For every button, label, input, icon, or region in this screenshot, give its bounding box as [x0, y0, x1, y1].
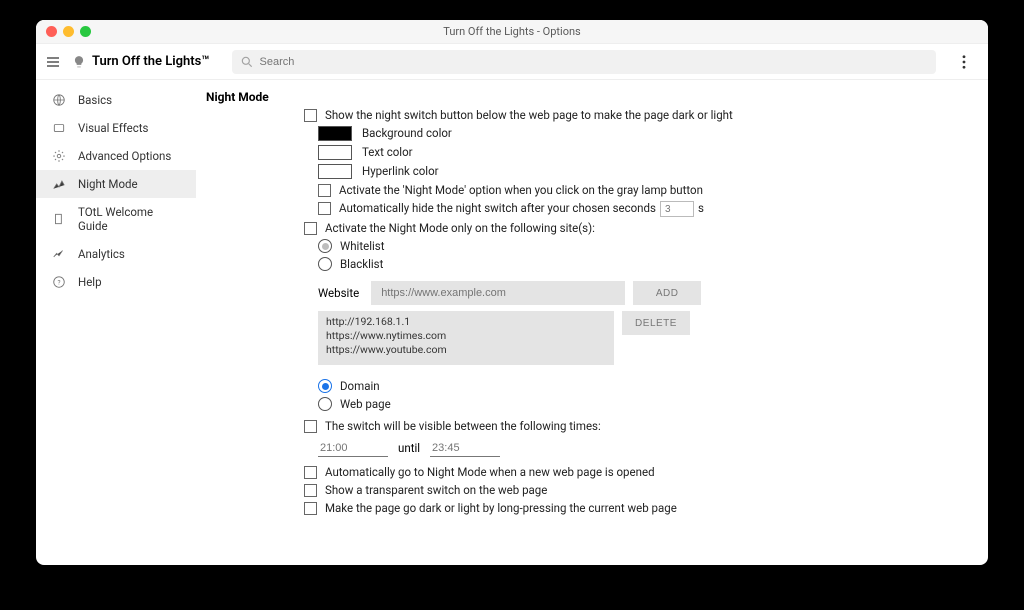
input-website[interactable]: [371, 281, 625, 305]
label-whitelist: Whitelist: [340, 239, 384, 253]
sidebar-item-label: Night Mode: [78, 177, 138, 191]
swatch-bg-color[interactable]: [318, 126, 352, 141]
label-show-switch: Show the night switch button below the w…: [325, 108, 733, 122]
brand: Turn Off the Lights™: [72, 54, 210, 69]
brand-name: Turn Off the Lights™: [92, 54, 210, 69]
book-icon: [52, 212, 66, 226]
label-longpress: Make the page go dark or light by long-p…: [325, 501, 677, 515]
sidebar-item-help[interactable]: ? Help: [36, 268, 196, 296]
add-button[interactable]: ADD: [633, 281, 701, 305]
row-webpage: Web page: [206, 397, 968, 411]
radio-domain[interactable]: [318, 379, 332, 393]
topbar: Turn Off the Lights™: [36, 44, 988, 80]
row-hyperlink-color: Hyperlink color: [206, 164, 968, 179]
row-blacklist: Blacklist: [206, 257, 968, 271]
checkbox-show-switch[interactable]: [304, 109, 317, 122]
sidebar-item-label: Analytics: [78, 247, 125, 261]
sidebar: Basics Visual Effects Advanced Options N…: [36, 80, 196, 565]
sidebar-item-label: Advanced Options: [78, 149, 171, 163]
row-domain: Domain: [206, 379, 968, 393]
label-bg-color: Background color: [362, 126, 452, 140]
sidebar-item-welcome-guide[interactable]: TOtL Welcome Guide: [36, 198, 196, 240]
row-whitelist: Whitelist: [206, 239, 968, 253]
checkbox-auto-hide[interactable]: [318, 202, 331, 215]
sidebar-item-analytics[interactable]: Analytics: [36, 240, 196, 268]
sidebar-item-advanced[interactable]: Advanced Options: [36, 142, 196, 170]
search-icon: [240, 55, 254, 69]
checkbox-gray-lamp[interactable]: [318, 184, 331, 197]
sidebar-item-label: Visual Effects: [78, 121, 148, 135]
row-website-input: Website ADD: [318, 281, 968, 305]
label-webpage: Web page: [340, 397, 391, 411]
row-gray-lamp: Activate the 'Night Mode' option when yo…: [206, 183, 968, 197]
label-auto-hide-prefix: Automatically hide the night switch afte…: [339, 201, 656, 215]
swatch-hyperlink-color[interactable]: [318, 164, 352, 179]
label-auto-night: Automatically go to Night Mode when a ne…: [325, 465, 655, 479]
analytics-icon: [52, 247, 66, 261]
delete-button[interactable]: DELETE: [622, 311, 690, 335]
checkbox-auto-night[interactable]: [304, 466, 317, 479]
content-area: Night Mode Show the night switch button …: [196, 80, 988, 565]
site-list[interactable]: http://192.168.1.1 https://www.nytimes.c…: [318, 311, 614, 365]
label-blacklist: Blacklist: [340, 257, 383, 271]
checkbox-visible-times[interactable]: [304, 420, 317, 433]
checkbox-only-sites[interactable]: [304, 222, 317, 235]
sidebar-item-label: Help: [78, 275, 102, 289]
label-text-color: Text color: [362, 145, 413, 159]
label-visible-times: The switch will be visible between the f…: [325, 419, 601, 433]
input-time-from[interactable]: [318, 439, 388, 457]
window-title: Turn Off the Lights - Options: [36, 25, 988, 38]
body: Basics Visual Effects Advanced Options N…: [36, 80, 988, 565]
radio-blacklist[interactable]: [318, 257, 332, 271]
row-longpress: Make the page go dark or light by long-p…: [206, 501, 968, 515]
more-button[interactable]: [952, 50, 976, 74]
checkbox-transparent[interactable]: [304, 484, 317, 497]
label-hyperlink-color: Hyperlink color: [362, 164, 439, 178]
chart-icon: [52, 177, 66, 191]
label-transparent: Show a transparent switch on the web pag…: [325, 483, 547, 497]
sidebar-item-label: TOtL Welcome Guide: [78, 205, 184, 233]
row-only-sites: Activate the Night Mode only on the foll…: [206, 221, 968, 235]
label-until: until: [398, 441, 420, 455]
effects-icon: [52, 121, 66, 135]
input-auto-hide-seconds[interactable]: [660, 201, 694, 217]
label-only-sites: Activate the Night Mode only on the foll…: [325, 221, 595, 235]
sidebar-item-label: Basics: [78, 93, 112, 107]
help-icon: ?: [52, 275, 66, 289]
row-site-list: http://192.168.1.1 https://www.nytimes.c…: [318, 311, 968, 365]
label-gray-lamp: Activate the 'Night Mode' option when yo…: [339, 183, 703, 197]
label-auto-hide-suffix: s: [698, 201, 704, 215]
app-window: Turn Off the Lights - Options Turn Off t…: [36, 20, 988, 565]
row-auto-hide: Automatically hide the night switch afte…: [206, 201, 968, 217]
lightbulb-icon: [72, 55, 86, 69]
hamburger-icon: [45, 54, 61, 70]
sidebar-item-basics[interactable]: Basics: [36, 86, 196, 114]
radio-webpage[interactable]: [318, 397, 332, 411]
sidebar-item-visual-effects[interactable]: Visual Effects: [36, 114, 196, 142]
row-visible-times: The switch will be visible between the f…: [206, 419, 968, 433]
row-text-color: Text color: [206, 145, 968, 160]
sidebar-item-night-mode[interactable]: Night Mode: [36, 170, 196, 198]
globe-icon: [52, 93, 66, 107]
radio-whitelist[interactable]: [318, 239, 332, 253]
search-field-wrap[interactable]: [232, 50, 937, 74]
row-times: until: [318, 439, 968, 457]
section-title: Night Mode: [206, 90, 968, 104]
gear-icon: [52, 149, 66, 163]
label-website: Website: [318, 286, 359, 300]
row-auto-night: Automatically go to Night Mode when a ne…: [206, 465, 968, 479]
titlebar: Turn Off the Lights - Options: [36, 20, 988, 44]
menu-button[interactable]: [42, 51, 64, 73]
more-vertical-icon: [962, 55, 966, 69]
input-time-to[interactable]: [430, 439, 500, 457]
row-transparent-switch: Show a transparent switch on the web pag…: [206, 483, 968, 497]
swatch-text-color[interactable]: [318, 145, 352, 160]
row-show-switch: Show the night switch button below the w…: [206, 108, 968, 122]
search-input[interactable]: [260, 56, 929, 68]
checkbox-longpress[interactable]: [304, 502, 317, 515]
label-domain: Domain: [340, 379, 380, 393]
row-bg-color: Background color: [206, 126, 968, 141]
svg-text:?: ?: [57, 278, 60, 286]
